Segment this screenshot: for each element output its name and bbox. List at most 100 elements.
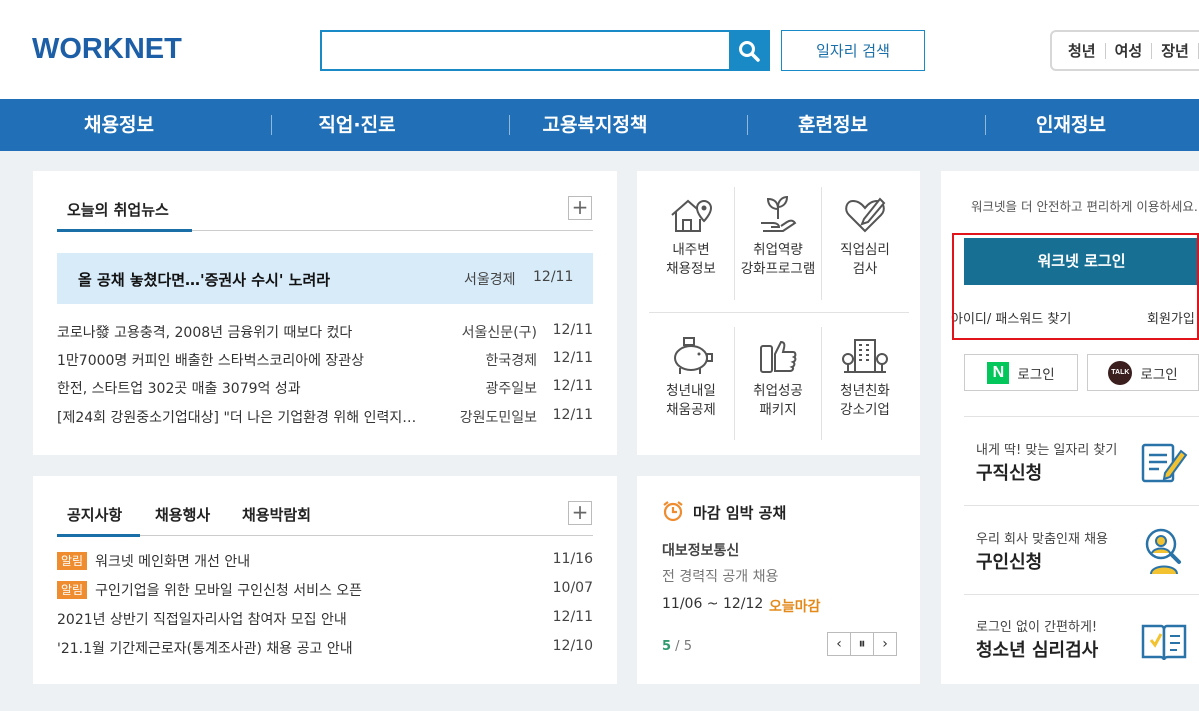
house-pin-icon — [671, 199, 713, 232]
deadline-company[interactable]: 대보정보통신 — [662, 540, 739, 560]
nav-divider — [747, 115, 748, 135]
active-tab-indicator — [57, 534, 140, 537]
person-search-icon — [1145, 528, 1181, 575]
nav-divider — [271, 115, 272, 135]
quick-label: 취업역량 — [753, 242, 803, 258]
notice-item[interactable]: 2021년 상반기 직접일자리사업 참여자 모집 안내 12/11 — [57, 609, 593, 629]
notice-item[interactable]: '21.1월 기간제근로자(통계조사관) 채용 공고 안내 12/10 — [57, 638, 593, 658]
quick-nearby-jobs[interactable]: 내주변 채용정보 — [648, 193, 734, 279]
headline-news[interactable]: 올 공채 놓쳤다면…'증권사 수시' 노려라 서울경제 12/11 — [57, 253, 593, 304]
heart-pen-icon — [845, 197, 886, 233]
service-main: 청소년 심리검사 — [976, 640, 1099, 661]
quick-competency-program[interactable]: 취업역량 강화프로그램 — [735, 193, 821, 279]
active-tab-indicator — [57, 229, 192, 232]
grid-divider — [649, 312, 909, 313]
notice-title-wrap: 알림 워크넷 메인화면 개선 안내 — [57, 551, 527, 571]
quick-psych-test[interactable]: 직업심리 검사 — [822, 193, 908, 279]
service-sub: 로그인 없이 간편하게! — [976, 620, 1098, 635]
tab-youth[interactable]: 청년 — [1068, 42, 1106, 59]
notice-item[interactable]: 알림 워크넷 메인화면 개선 안내 11/16 — [57, 551, 593, 571]
news-source: 강원도민일보 — [459, 410, 537, 426]
search-button[interactable] — [729, 32, 768, 69]
worknet-logo[interactable]: WORKNET — [32, 33, 182, 66]
quick-youth-friendly-company[interactable]: 청년친화 강소기업 — [822, 334, 908, 420]
quick-label: 채움공제 — [666, 402, 716, 418]
nav-talent[interactable]: 인재정보 — [952, 99, 1190, 151]
pager-current: 5 — [662, 639, 672, 654]
main-navigation: 채용정보 직업·진로 고용복지정책 훈련정보 인재정보 — [0, 99, 1199, 151]
nav-welfare-policy[interactable]: 고용복지정책 — [476, 99, 714, 151]
deadline-title: 마감 임박 공채 — [693, 504, 787, 522]
pause-button[interactable]: ⏸ — [850, 632, 874, 656]
tab-middle-aged[interactable]: 장년 — [1152, 42, 1199, 59]
kakao-login-button[interactable]: TALK 로그인 — [1087, 354, 1199, 391]
deadline-today-tag: 오늘마감 — [769, 599, 821, 615]
alarm-clock-icon — [663, 501, 683, 522]
news-item[interactable]: [제24회 강원중소기업대상] "더 나은 기업환경 위해 인력지… 강원도민일… — [57, 407, 593, 427]
notice-panel: 공지사항 채용행사 채용박람회 + 알림 워크넷 메인화면 개선 안내 11/16… — [33, 476, 617, 684]
search-box — [320, 30, 770, 71]
notice-date: 12/11 — [552, 609, 593, 625]
notice-title: 워크넷 메인화면 개선 안내 — [95, 554, 251, 570]
sprout-hand-icon — [761, 195, 797, 232]
chevron-left-icon: ‹ — [836, 636, 842, 652]
notice-date: 12/10 — [552, 638, 593, 654]
news-date: 12/11 — [552, 407, 593, 423]
job-search-button[interactable]: 일자리 검색 — [781, 30, 925, 71]
prev-button[interactable]: ‹ — [827, 632, 851, 656]
tab-women[interactable]: 여성 — [1106, 42, 1153, 59]
news-item[interactable]: 코로나發 고용충격, 2008년 금융위기 때보다 컸다 서울신문(구) 12/… — [57, 322, 593, 342]
deadline-date: 11/06 ~ 12/12 — [662, 596, 764, 612]
pager-total: 5 — [683, 639, 692, 654]
login-panel: 워크넷을 더 안전하고 편리하게 이용하세요. 워크넷 로그인 아이디/ 패스워… — [941, 171, 1199, 684]
chevron-right-icon: › — [882, 636, 888, 652]
kakao-talk-icon: TALK — [1108, 360, 1133, 385]
quick-label: 취업성공 — [753, 383, 803, 399]
notice-badge: 알림 — [57, 552, 88, 570]
employment-news-panel: 오늘의 취업뉴스 + 올 공채 놓쳤다면…'증권사 수시' 노려라 서울경제 1… — [33, 171, 617, 455]
news-source: 서울신문(구) — [461, 325, 537, 341]
news-title: [제24회 강원중소기업대상] "더 나은 기업환경 위해 인력지… — [57, 410, 417, 426]
kakao-login-label: 로그인 — [1140, 366, 1178, 383]
quick-label: 청년친화 — [840, 383, 890, 399]
more-news-button[interactable]: + — [568, 196, 592, 220]
next-button[interactable]: › — [873, 632, 897, 656]
resume-pen-icon — [1141, 443, 1188, 483]
quick-label: 채용정보 — [666, 261, 716, 277]
nav-divider — [509, 115, 510, 135]
news-title: 1만7000명 커피인 배출한 스타벅스코리아에 장관상 — [57, 353, 365, 369]
quick-success-package[interactable]: 취업성공 패키지 — [735, 334, 821, 420]
quick-label: 청년내일 — [666, 383, 716, 399]
thumbs-up-icon — [760, 340, 797, 373]
quick-label: 강화프로그램 — [740, 261, 816, 277]
nav-training[interactable]: 훈련정보 — [714, 99, 952, 151]
tab-job-fair[interactable]: 채용박람회 — [242, 504, 311, 525]
notice-title-wrap: 알림 구인기업을 위한 모바일 구인신청 서비스 오픈 — [57, 580, 527, 600]
more-notices-button[interactable]: + — [568, 501, 592, 525]
nav-career[interactable]: 직업·진로 — [238, 99, 476, 151]
nav-divider — [985, 115, 986, 135]
deadline-jobs-panel: 마감 임박 공채 대보정보통신 전 경력직 공개 채용 11/06 ~ 12/1… — [637, 476, 920, 684]
quick-label: 패키지 — [759, 402, 797, 418]
tab-today-news[interactable]: 오늘의 취업뉴스 — [67, 199, 169, 220]
login-message: 워크넷을 더 안전하고 편리하게 이용하세요. — [971, 199, 1198, 214]
nav-job-info[interactable]: 채용정보 — [0, 99, 238, 151]
news-item[interactable]: 한전, 스타트업 302곳 매출 3079억 성과 광주일보 12/11 — [57, 378, 593, 398]
tab-notice[interactable]: 공지사항 — [67, 504, 122, 525]
section-divider — [964, 505, 1199, 506]
tab-hiring-events[interactable]: 채용행사 — [155, 504, 210, 525]
notice-date: 11/16 — [552, 551, 593, 567]
news-source: 광주일보 — [485, 381, 537, 397]
quick-youth-savings[interactable]: 청년내일 채움공제 — [648, 334, 734, 420]
deadline-description[interactable]: 전 경력직 공개 채용 — [662, 566, 778, 586]
notice-title: 2021년 상반기 직접일자리사업 참여자 모집 안내 — [57, 612, 347, 628]
section-divider — [964, 594, 1199, 595]
naver-icon: N — [987, 361, 1010, 384]
news-date: 12/11 — [552, 322, 593, 338]
news-title: 코로나發 고용충격, 2008년 금융위기 때보다 컸다 — [57, 325, 353, 341]
naver-login-button[interactable]: N 로그인 — [964, 354, 1078, 391]
news-item[interactable]: 1만7000명 커피인 배출한 스타벅스코리아에 장관상 한국경제 12/11 — [57, 350, 593, 370]
notice-item[interactable]: 알림 구인기업을 위한 모바일 구인신청 서비스 오픈 10/07 — [57, 580, 593, 600]
search-input[interactable] — [322, 32, 727, 69]
naver-login-label: 로그인 — [1017, 366, 1055, 383]
